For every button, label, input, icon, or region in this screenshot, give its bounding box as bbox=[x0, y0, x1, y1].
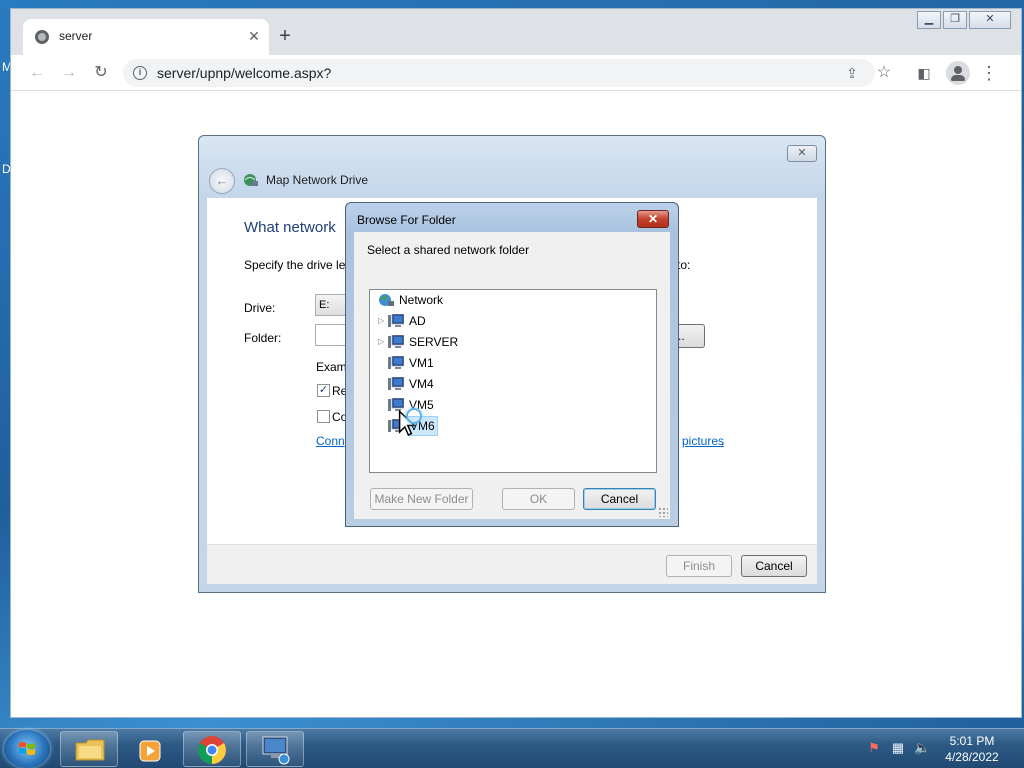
dialog-description: Select a shared network folder bbox=[367, 243, 530, 257]
tab-close-icon[interactable]: ✕ bbox=[245, 27, 263, 45]
tree-item-label: VM1 bbox=[409, 356, 434, 370]
tree-item-label: VM4 bbox=[409, 377, 434, 391]
drive-label: Drive: bbox=[244, 301, 276, 315]
folder-label: Folder: bbox=[244, 331, 282, 345]
credentials-checkbox[interactable] bbox=[317, 410, 330, 423]
make-new-folder-button[interactable]: Make New Folder bbox=[370, 488, 473, 510]
clock-time: 5:01 PM bbox=[949, 734, 995, 748]
busy-spinner-icon bbox=[406, 408, 422, 424]
taskbar-explorer-button[interactable] bbox=[60, 731, 118, 767]
cancel-button[interactable]: Cancel bbox=[583, 488, 656, 510]
clock-date: 4/28/2022 bbox=[945, 750, 999, 764]
close-button[interactable]: ✕ bbox=[637, 210, 669, 228]
start-button[interactable] bbox=[4, 730, 50, 768]
reload-icon[interactable]: ↻ bbox=[89, 61, 113, 85]
volume-icon[interactable]: 🔈 bbox=[914, 740, 930, 756]
dialog-title: Browse For Folder bbox=[357, 213, 456, 227]
forward-icon[interactable]: → bbox=[57, 61, 81, 85]
dialog-title: Map Network Drive bbox=[266, 173, 369, 187]
instruction-text-end: to: bbox=[677, 258, 691, 272]
folder-tree[interactable]: Network ▷ AD ▷ SERVER VM1 VM4 VM5 VM6 bbox=[369, 289, 657, 473]
wizard-heading: What network bbox=[244, 219, 336, 236]
taskbar-media-player-button[interactable] bbox=[120, 731, 178, 767]
back-arrow-icon[interactable]: ← bbox=[209, 168, 235, 194]
windows-logo-icon bbox=[19, 742, 35, 755]
link-period: . bbox=[721, 434, 725, 448]
connect-link[interactable]: Conn bbox=[316, 434, 345, 448]
instruction-text: Specify the drive let bbox=[244, 258, 349, 272]
computer-icon bbox=[388, 314, 404, 327]
network-tray-icon[interactable]: ▦ bbox=[890, 740, 906, 756]
maximize-button[interactable]: ❐ bbox=[943, 11, 967, 29]
browse-for-folder-dialog: Browse For Folder ✕ Select a shared netw… bbox=[345, 202, 679, 527]
folder-icon bbox=[75, 739, 105, 761]
share-icon[interactable]: ⇪ bbox=[840, 61, 864, 85]
address-bar[interactable]: i server/upnp/welcome.aspx? bbox=[123, 59, 875, 87]
computer-icon bbox=[388, 335, 404, 348]
bookmark-star-icon[interactable]: ☆ bbox=[872, 61, 896, 85]
reconnect-checkbox[interactable]: ✓ bbox=[317, 384, 330, 397]
menu-kebab-icon[interactable]: ⋮ bbox=[977, 61, 1001, 85]
taskbar: ⚑ ▦ 🔈 5:01 PM 4/28/2022 bbox=[0, 728, 1024, 768]
profile-avatar-icon[interactable] bbox=[946, 61, 970, 85]
back-icon[interactable]: ← bbox=[25, 61, 49, 85]
computer-icon bbox=[388, 356, 404, 369]
expand-arrow-icon[interactable]: ▷ bbox=[378, 332, 386, 352]
drive-select[interactable]: E: bbox=[315, 294, 347, 316]
example-text: Exam bbox=[316, 360, 347, 374]
browser-toolbar: ← → ↻ i server/upnp/welcome.aspx? ⇪ ☆ ◧ … bbox=[11, 55, 1021, 91]
pictures-link[interactable]: pictures bbox=[682, 434, 724, 448]
url-text[interactable]: server/upnp/welcome.aspx? bbox=[157, 65, 331, 81]
cancel-button[interactable]: Cancel bbox=[741, 555, 807, 577]
new-tab-button[interactable]: + bbox=[273, 25, 297, 49]
tree-item-label: AD bbox=[409, 314, 426, 328]
media-player-icon bbox=[139, 740, 161, 762]
folder-input[interactable] bbox=[315, 324, 347, 346]
tree-item-label: Network bbox=[399, 293, 444, 307]
taskbar-chrome-button[interactable] bbox=[183, 731, 241, 767]
chrome-icon bbox=[198, 736, 226, 764]
network-drive-icon bbox=[244, 174, 258, 186]
globe-icon bbox=[35, 30, 49, 44]
finish-button[interactable]: Finish bbox=[666, 555, 732, 577]
network-globe-icon bbox=[379, 294, 394, 306]
action-center-flag-icon[interactable]: ⚑ bbox=[866, 740, 882, 756]
resize-grip[interactable] bbox=[658, 507, 668, 517]
taskbar-network-computer-button[interactable] bbox=[246, 731, 304, 767]
computer-icon bbox=[388, 377, 404, 390]
close-window-button[interactable]: ✕ bbox=[969, 11, 1011, 29]
tab-strip: server ✕ + ▁ ❐ ✕ bbox=[11, 9, 1021, 55]
minimize-button[interactable]: ▁ bbox=[917, 11, 941, 29]
network-computer-icon bbox=[262, 736, 290, 765]
system-clock[interactable]: 5:01 PM 4/28/2022 bbox=[936, 733, 1008, 765]
dialog-body: Select a shared network folder Network ▷… bbox=[354, 232, 670, 519]
info-icon[interactable]: i bbox=[133, 66, 147, 80]
browser-tab[interactable]: server ✕ bbox=[23, 19, 269, 55]
side-panel-icon[interactable]: ◧ bbox=[912, 61, 936, 85]
ok-button[interactable]: OK bbox=[502, 488, 575, 510]
close-button[interactable]: ✕ bbox=[787, 145, 817, 162]
tab-title: server bbox=[59, 29, 93, 43]
tree-item-label: SERVER bbox=[409, 335, 459, 349]
wizard-footer: Finish Cancel bbox=[207, 544, 817, 584]
expand-arrow-icon[interactable]: ▷ bbox=[378, 311, 386, 331]
